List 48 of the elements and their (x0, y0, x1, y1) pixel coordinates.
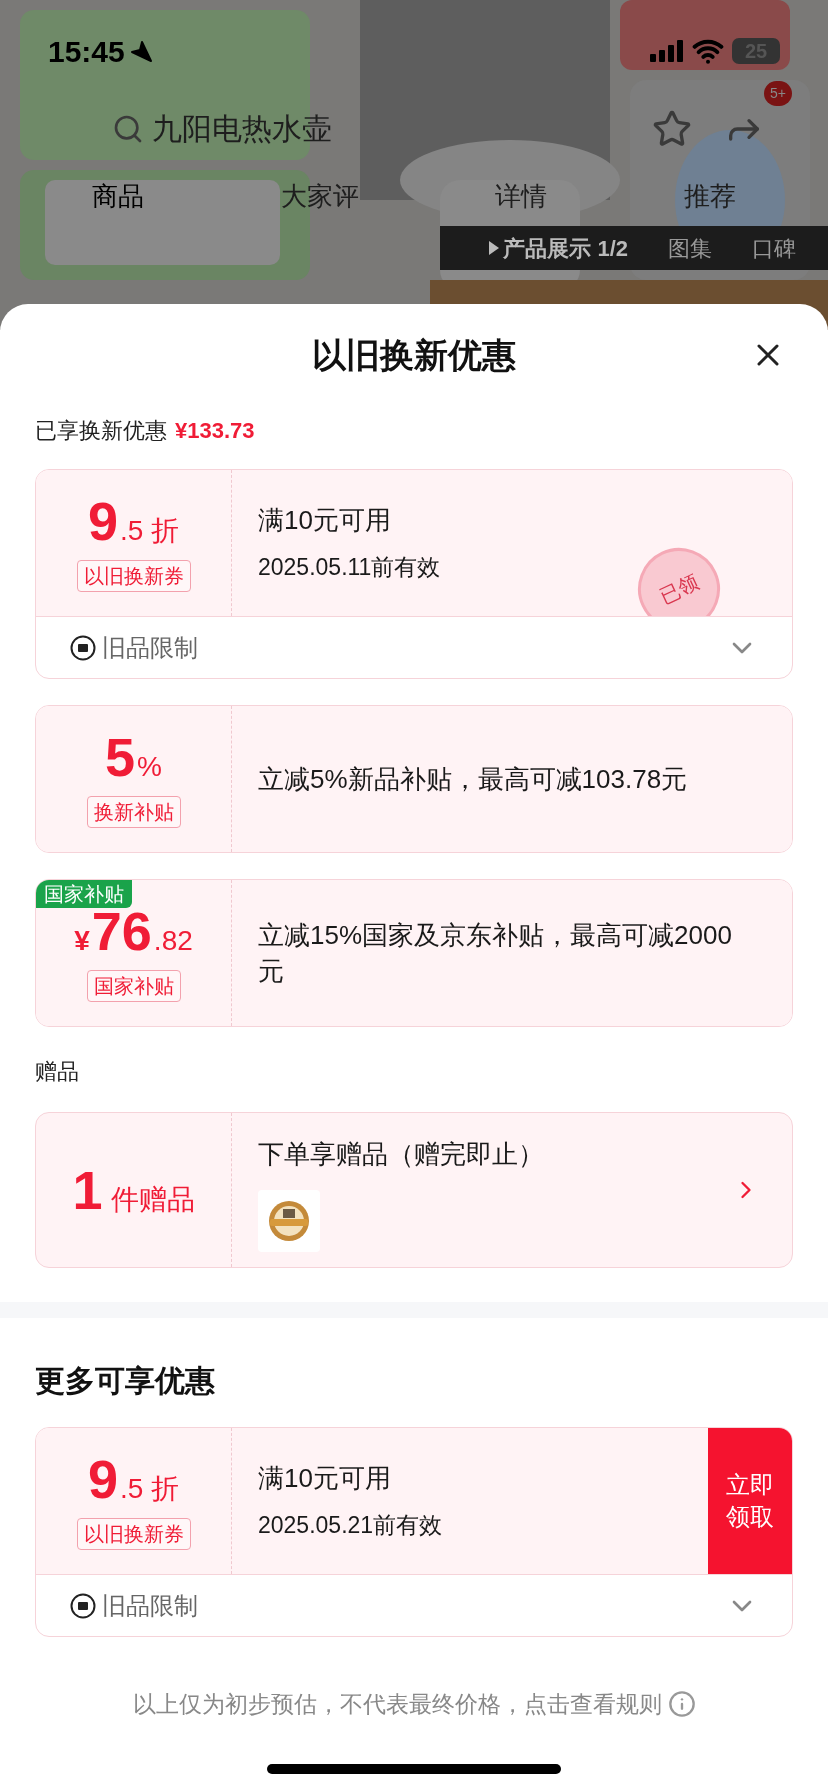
section-title: 更多可享优惠 (35, 1363, 216, 1399)
signal-icon (650, 40, 684, 62)
nav-tab[interactable]: 详情 (495, 177, 548, 216)
nav-tab[interactable]: 推荐 (683, 177, 736, 216)
restriction-label: 旧品限制 (102, 1590, 198, 1621)
ticket-icon (70, 634, 96, 661)
offer-title: 满10元可用 (258, 1461, 391, 1495)
nav-tab[interactable]: 大家评 (280, 177, 359, 216)
offer-unit: .5 折 (119, 514, 180, 548)
section-label: 已享换新优惠 (35, 417, 167, 445)
media-tab[interactable]: 口碑 (752, 231, 796, 265)
offer-tag: 换新补贴 (86, 796, 181, 828)
offer-tag: 以旧换新券 (76, 560, 191, 592)
info-icon[interactable] (667, 1690, 696, 1719)
offer-value: 5 (105, 730, 136, 784)
ribbon-label: 国家补贴 (36, 880, 132, 908)
savings-amount: ¥133.73 (175, 417, 255, 445)
offer-unit: % (137, 750, 162, 784)
offer-value: 9 (87, 1452, 118, 1506)
offer-title: 立减5%新品补贴，最高可减103.78元 (258, 763, 688, 796)
ticket-icon (70, 1592, 96, 1619)
gift-title: 下单享赠品（赠完即止） (258, 1138, 545, 1171)
disclaimer-link[interactable]: 以上仅为初步预估，不代表最终价格，点击查看规则 (132, 1687, 662, 1722)
search-text[interactable]: 九阳电热水壶 (152, 106, 332, 151)
offer-tag: 以旧换新券 (76, 1518, 191, 1550)
offer-title: 立减15%国家及京东补贴，最高可减2000元 (258, 919, 732, 988)
status-time: 15:45 (48, 33, 125, 70)
offer-value: 9 (87, 494, 118, 548)
sheet-title: 以旧换新优惠 (312, 334, 516, 376)
media-tab[interactable]: 图集 (668, 231, 712, 265)
claim-button[interactable]: 立即领取 (708, 1428, 792, 1574)
currency-sign: ¥ (74, 924, 90, 958)
gift-unit: 件赠品 (110, 1183, 195, 1217)
offer-unit: .5 折 (119, 1472, 180, 1506)
offer-unit: .82 (153, 924, 193, 958)
media-tab[interactable]: 产品展示 1/2 (489, 231, 628, 265)
offer-title: 满10元可用 (258, 503, 391, 537)
restriction-label: 旧品限制 (102, 632, 198, 663)
offer-tag: 国家补贴 (86, 970, 181, 1002)
nav-tab[interactable]: 商品 (92, 177, 145, 216)
play-icon (489, 241, 500, 255)
gift-card[interactable]: 1 件赠品 下单享赠品（赠完即止） (35, 1112, 793, 1268)
section-label: 赠品 (35, 1058, 80, 1086)
offer-validity: 2025.05.11前有效 (258, 552, 441, 582)
gift-count: 1 (72, 1163, 103, 1217)
location-arrow-icon (128, 39, 153, 63)
offer-validity: 2025.05.21前有效 (258, 1510, 443, 1540)
star-icon[interactable] (652, 108, 692, 149)
